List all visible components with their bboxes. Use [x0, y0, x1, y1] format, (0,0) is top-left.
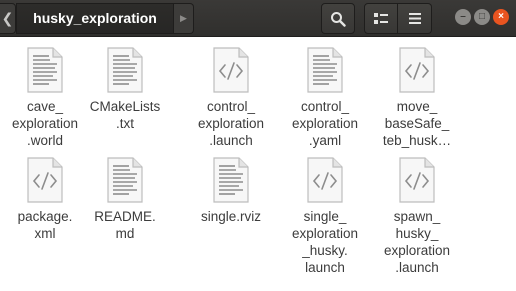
xml-document-icon — [399, 157, 435, 203]
text-document-icon — [213, 157, 249, 203]
file-item[interactable]: single_ exploration _husky. launch — [282, 157, 368, 276]
xml-document-icon — [399, 47, 435, 93]
file-name: README. md — [94, 209, 156, 241]
text-document-icon — [107, 157, 143, 203]
search-icon — [331, 11, 346, 27]
text-document-icon — [307, 47, 343, 93]
breadcrumb-current-folder[interactable]: husky_exploration — [16, 3, 174, 34]
file-grid: cave_ exploration .world CMakeLists .txt… — [0, 37, 516, 291]
file-item[interactable]: CMakeLists .txt — [82, 47, 168, 132]
file-item[interactable]: control_ exploration .launch — [188, 47, 274, 149]
file-name: CMakeLists .txt — [89, 99, 161, 131]
file-item[interactable]: spawn_ husky_ exploration .launch — [374, 157, 460, 276]
text-document-icon — [107, 47, 143, 93]
file-name: package. xml — [17, 209, 73, 241]
breadcrumb-previous-button[interactable]: ❮ — [0, 3, 16, 34]
header-bar: ❮ husky_exploration ▶ – □ × — [0, 0, 516, 37]
view-options-button[interactable] — [364, 3, 398, 34]
view-options-icon — [374, 12, 388, 24]
xml-document-icon — [27, 157, 63, 203]
minimize-button[interactable]: – — [455, 9, 471, 25]
file-name: cave_ exploration .world — [11, 99, 79, 148]
hamburger-menu-icon — [408, 13, 421, 24]
close-button[interactable]: × — [493, 9, 509, 25]
file-item[interactable]: package. xml — [2, 157, 88, 242]
file-name: single_ exploration _husky. launch — [291, 209, 359, 275]
file-item[interactable]: README. md — [82, 157, 168, 242]
file-name: move_ baseSafe_ teb_husk… — [382, 99, 452, 148]
file-item[interactable]: control_ exploration .yaml — [282, 47, 368, 149]
file-name: control_ exploration .launch — [197, 99, 265, 148]
file-item[interactable]: move_ baseSafe_ teb_husk… — [374, 47, 460, 149]
menu-button[interactable] — [398, 3, 432, 34]
breadcrumb-next-button[interactable]: ▶ — [174, 3, 194, 34]
file-name: control_ exploration .yaml — [291, 99, 359, 148]
maximize-button[interactable]: □ — [474, 9, 490, 25]
xml-document-icon — [307, 157, 343, 203]
file-name: single.rviz — [200, 209, 262, 224]
file-name: spawn_ husky_ exploration .launch — [383, 209, 451, 275]
text-document-icon — [27, 47, 63, 93]
file-item[interactable]: cave_ exploration .world — [2, 47, 88, 149]
xml-document-icon — [213, 47, 249, 93]
search-button[interactable] — [321, 3, 355, 34]
file-item[interactable]: single.rviz — [188, 157, 274, 225]
